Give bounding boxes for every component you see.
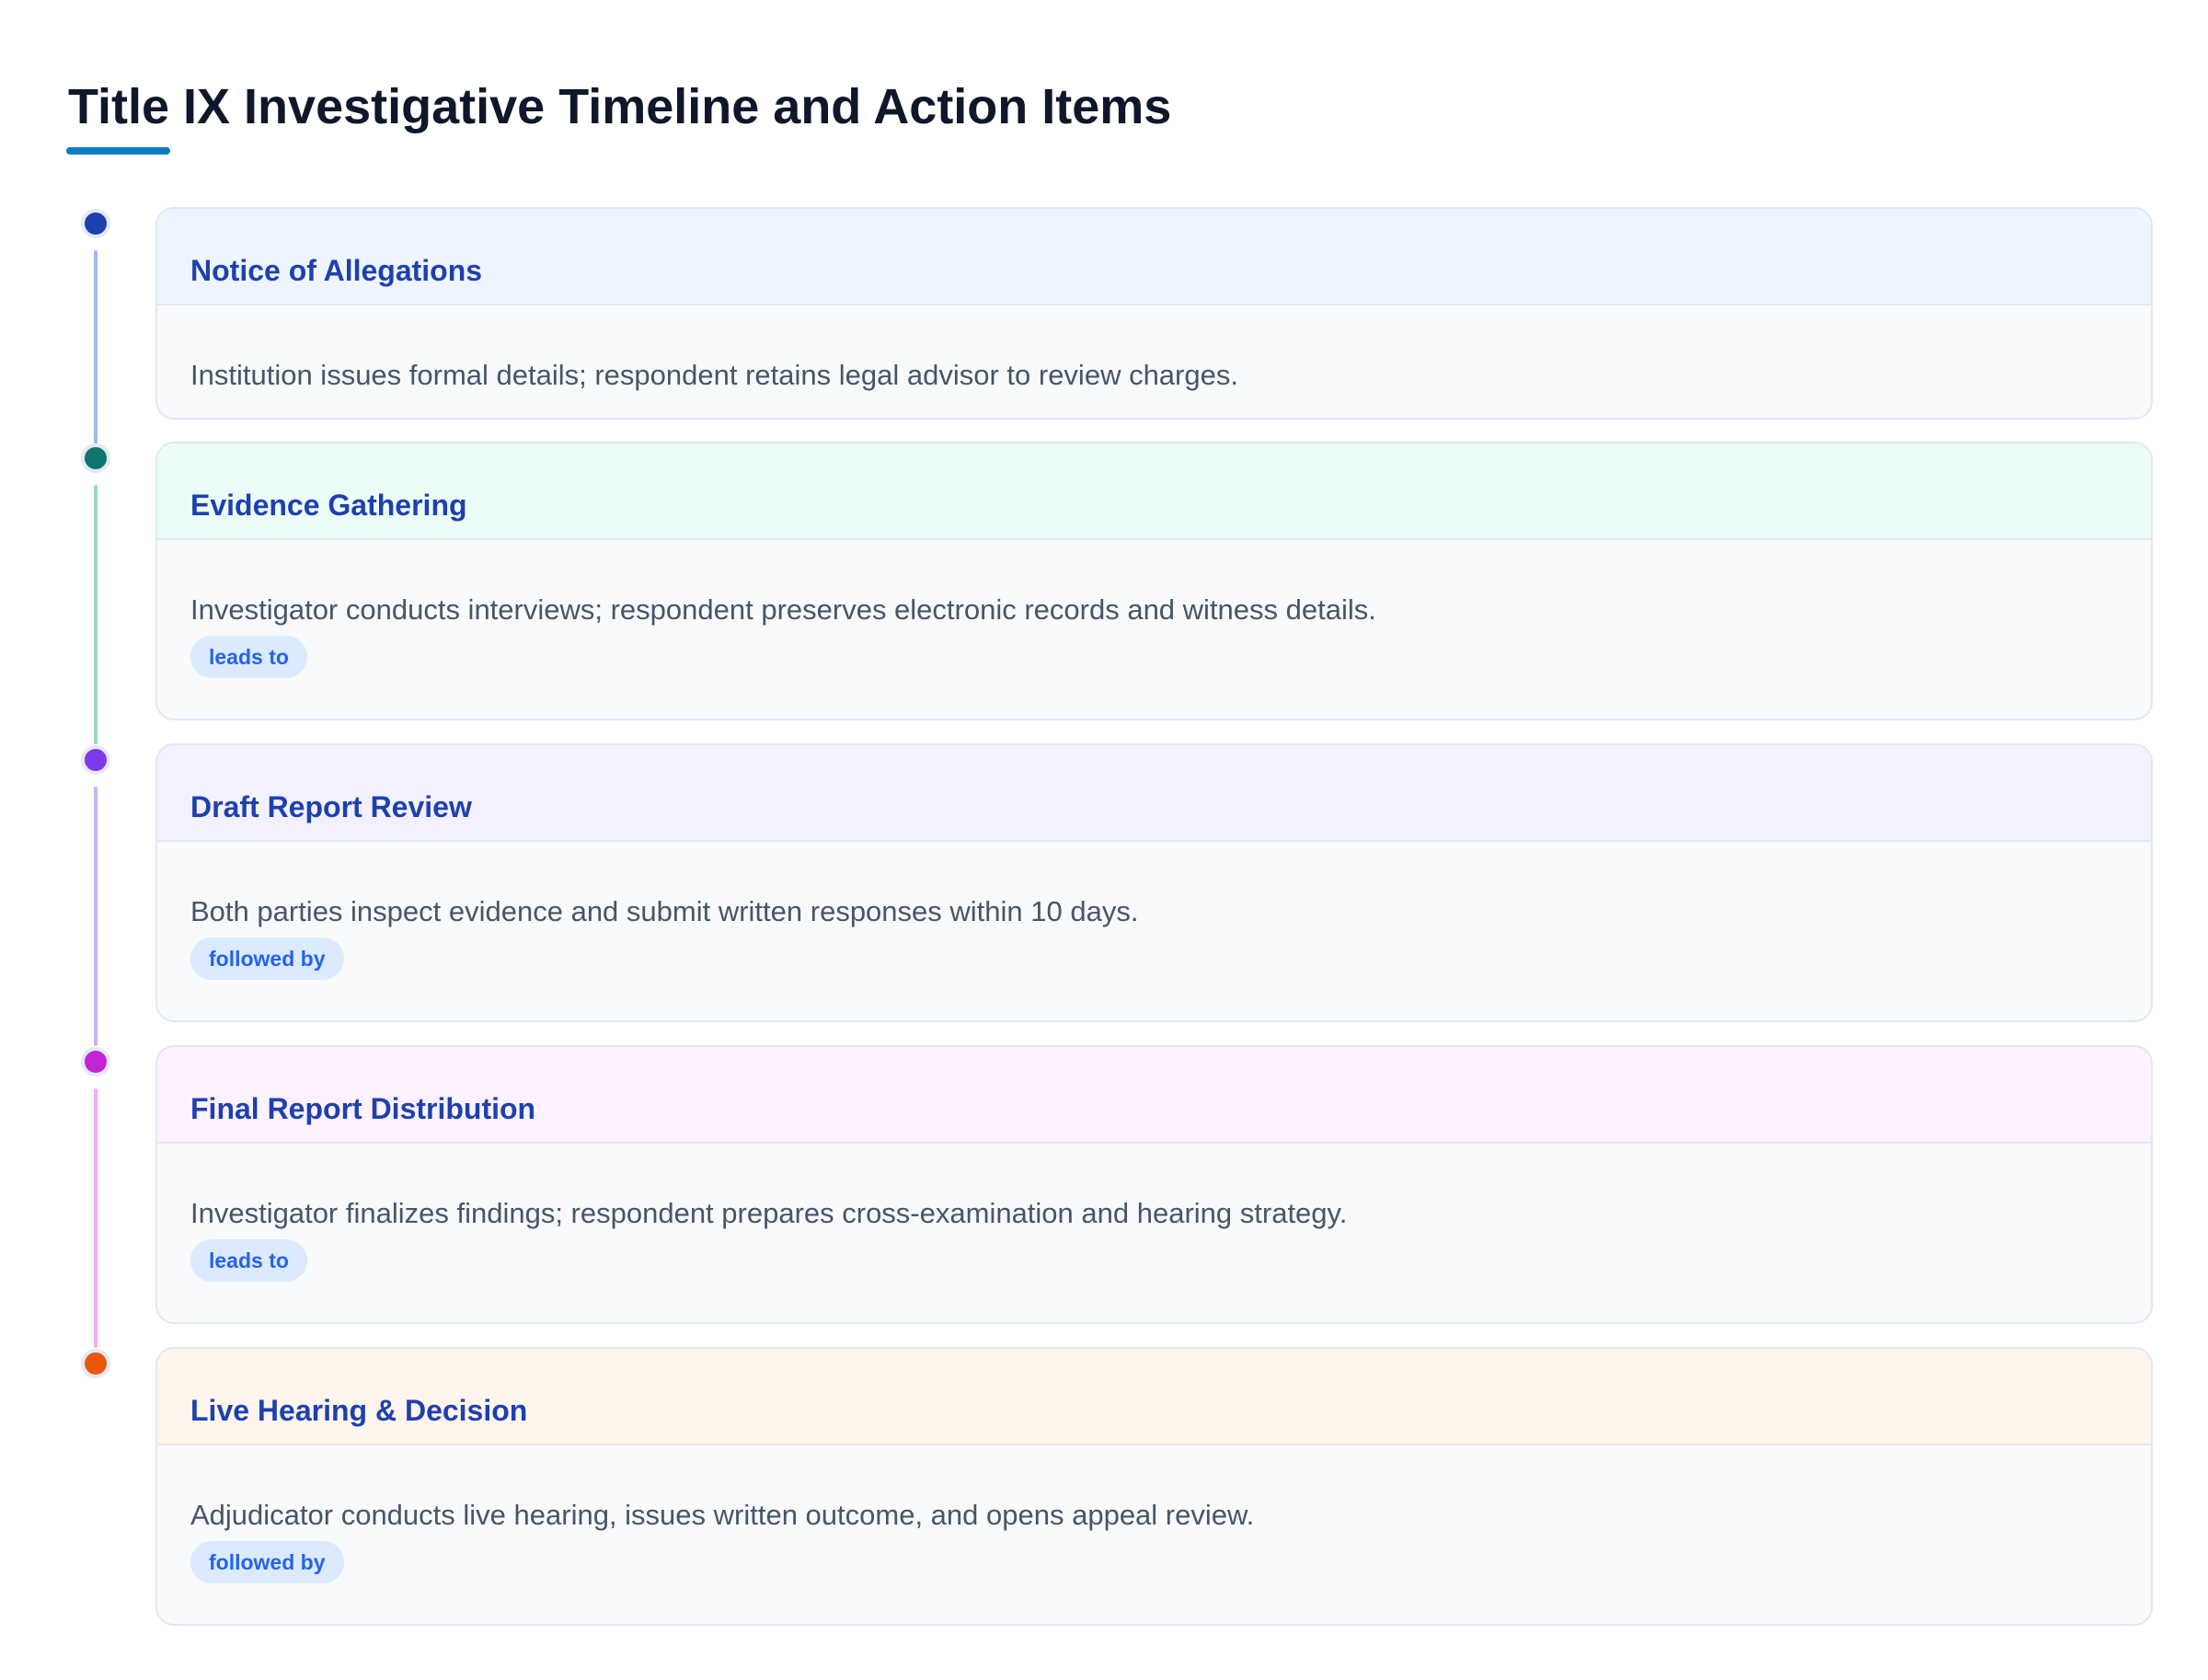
- step-title: Final Report Distribution: [190, 1092, 536, 1125]
- timeline-dot: [81, 209, 110, 238]
- step-title: Evidence Gathering: [190, 489, 467, 522]
- step-title: Notice of Allegations: [190, 254, 483, 287]
- step-title: Draft Report Review: [190, 790, 472, 823]
- step-card-notice-of-allegations: Notice of Allegations Institution issues…: [155, 207, 2153, 420]
- relation-badge: followed by: [190, 1541, 344, 1583]
- timeline-dot: [81, 1047, 110, 1076]
- step-description: Investigator conducts interviews; respon…: [190, 593, 1376, 626]
- timeline-dot: [81, 443, 110, 473]
- step-description: Investigator finalizes findings; respond…: [190, 1197, 1348, 1229]
- step-card-live-hearing-decision: Live Hearing & Decision Adjudicator cond…: [155, 1347, 2153, 1626]
- relation-badge: followed by: [190, 938, 344, 980]
- step-description: Both parties inspect evidence and submit…: [190, 895, 1139, 927]
- step-description: Adjudicator conducts live hearing, issue…: [190, 1499, 1255, 1531]
- relation-badge: leads to: [190, 636, 307, 678]
- relation-badge: leads to: [190, 1239, 307, 1282]
- timeline-connector: [94, 250, 98, 445]
- step-description: Institution issues formal details; respo…: [190, 359, 1238, 391]
- timeline-connector: [94, 485, 98, 744]
- step-card-final-report-distribution: Final Report Distribution Investigator f…: [155, 1045, 2153, 1324]
- step-card-header: Notice of Allegations: [157, 209, 2151, 305]
- step-title: Live Hearing & Decision: [190, 1394, 528, 1427]
- timeline-dot: [81, 745, 110, 775]
- timeline-dot: [81, 1349, 110, 1378]
- step-card-header: Draft Report Review: [157, 745, 2151, 842]
- timeline-connector: [94, 787, 98, 1046]
- step-card-header: Final Report Distribution: [157, 1047, 2151, 1144]
- timeline: Notice of Allegations Institution issues…: [0, 0, 2208, 1680]
- timeline-connector: [94, 1088, 98, 1348]
- step-card-header: Evidence Gathering: [157, 443, 2151, 540]
- step-card-evidence-gathering: Evidence Gathering Investigator conducts…: [155, 442, 2153, 720]
- step-card-header: Live Hearing & Decision: [157, 1349, 2151, 1445]
- step-card-draft-report-review: Draft Report Review Both parties inspect…: [155, 743, 2153, 1022]
